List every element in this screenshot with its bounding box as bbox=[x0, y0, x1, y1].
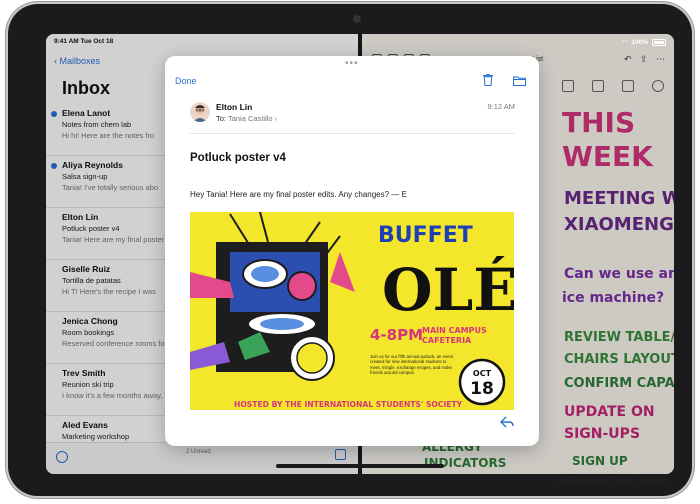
battery-icon bbox=[652, 38, 666, 46]
reply-icon[interactable] bbox=[500, 416, 514, 428]
poster-hosted-by: HOSTED BY THE INTERNATIONAL STUDENTS' SO… bbox=[234, 400, 463, 409]
home-indicator[interactable] bbox=[276, 464, 444, 468]
poster-date-month: OCT bbox=[473, 369, 492, 378]
email-sheet: ••• Done Elton Lin To: Tania Castillo › … bbox=[165, 56, 539, 446]
front-camera bbox=[353, 15, 361, 23]
poster-image[interactable]: BUFFET OLÉ 4-8PM MAIN CAMPUS CAFETERIA J… bbox=[190, 212, 514, 410]
status-right: ◠ 100% bbox=[622, 38, 666, 46]
email-subject: Potluck poster v4 bbox=[190, 152, 286, 164]
status-bar: 9:41 AM Tue Oct 18 ◠ 100% bbox=[46, 34, 674, 48]
poster-title-line1: BUFFET bbox=[378, 223, 473, 248]
poster-place-line1: MAIN CAMPUS bbox=[422, 326, 487, 335]
poster-blurb: Join us for our fifth annual potluck, an… bbox=[370, 354, 454, 376]
poster-place-line2: CAFETERIA bbox=[422, 336, 472, 345]
battery-percent: 100% bbox=[631, 38, 648, 46]
recipient-line[interactable]: To: Tania Castillo › bbox=[216, 114, 277, 123]
watermark-text: интернет магазин bbox=[556, 474, 669, 486]
email-header: Elton Lin To: Tania Castillo › 9:12 AM bbox=[190, 100, 515, 134]
chevron-right-icon: › bbox=[274, 114, 278, 123]
done-button[interactable]: Done bbox=[175, 76, 197, 86]
poster-title-line2: OLÉ bbox=[382, 256, 514, 324]
folder-icon[interactable] bbox=[513, 76, 526, 86]
status-time: 9:41 AM Tue Oct 18 bbox=[54, 38, 114, 45]
sheet-grabber[interactable]: ••• bbox=[345, 59, 359, 69]
avatar bbox=[190, 102, 210, 122]
poster-date-day: 18 bbox=[470, 379, 494, 399]
sender-name: Elton Lin bbox=[216, 102, 253, 112]
recipient-name: Tania Castillo bbox=[227, 114, 273, 123]
wifi-icon: ◠ bbox=[622, 39, 628, 46]
email-body: Hey Tania! Here are my final poster edit… bbox=[190, 190, 407, 199]
poster-time: 4-8PM bbox=[370, 326, 423, 344]
trash-icon[interactable] bbox=[483, 74, 493, 86]
to-label: To: bbox=[216, 114, 227, 123]
email-time: 9:12 AM bbox=[487, 102, 515, 111]
